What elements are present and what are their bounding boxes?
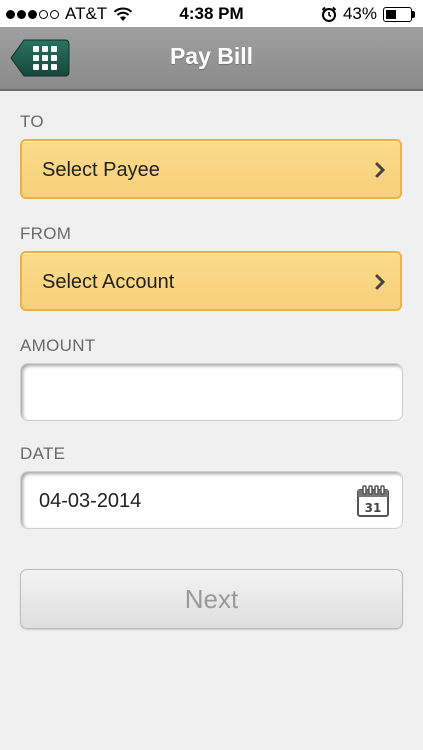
select-account-label: Select Account	[42, 271, 175, 293]
navigation-bar: Pay Bill	[0, 27, 423, 91]
page-title: Pay Bill	[169, 43, 254, 69]
next-button[interactable]: Next	[20, 569, 403, 629]
to-label: TO	[20, 112, 44, 131]
status-bar: AT&T 4:38 PM 43%	[0, 0, 423, 27]
date-input[interactable]: 04-03-2014 31	[20, 471, 403, 529]
select-payee-button[interactable]: Select Payee	[20, 139, 402, 199]
calendar-icon[interactable]: 31	[356, 484, 390, 518]
alarm-clock-icon	[321, 6, 337, 22]
amount-label: AMOUNT	[20, 336, 96, 355]
select-payee-label: Select Payee	[42, 159, 160, 181]
amount-input[interactable]	[20, 363, 403, 421]
chevron-right-icon	[375, 274, 386, 290]
select-account-button[interactable]: Select Account	[20, 251, 402, 311]
chevron-right-icon	[375, 162, 386, 178]
date-value: 04-03-2014	[39, 490, 142, 512]
from-label: FROM	[20, 224, 72, 243]
calendar-day: 31	[365, 501, 382, 515]
status-right: 43%	[321, 4, 415, 24]
battery-percent: 43%	[342, 4, 377, 23]
date-label: DATE	[20, 444, 66, 463]
battery-icon	[383, 6, 415, 22]
